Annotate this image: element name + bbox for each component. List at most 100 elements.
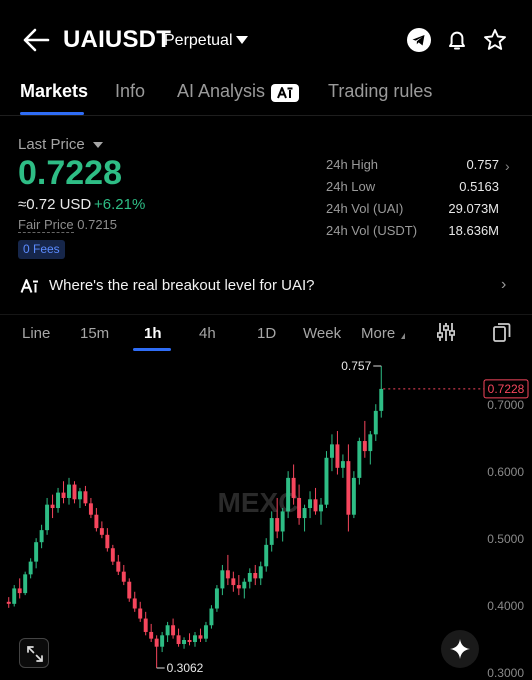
timeframe-1d[interactable]: 1D [257, 325, 276, 342]
sparkle-icon [450, 639, 470, 659]
candle-body [171, 625, 176, 636]
ai-assistant-button[interactable] [441, 630, 479, 668]
tab-info[interactable]: Info [115, 81, 145, 102]
y-axis-tick-label: 0.5000 [487, 532, 524, 546]
bell-icon[interactable] [444, 27, 470, 53]
candle-body [77, 491, 82, 500]
pair-symbol[interactable]: UAIUSDT [63, 26, 171, 54]
candle-body [308, 499, 313, 509]
candle-body [138, 608, 143, 619]
candle-body [193, 635, 197, 643]
candle-body [72, 484, 77, 500]
candle-body [286, 477, 291, 512]
candle-body [302, 508, 307, 519]
candle-body [187, 639, 192, 643]
timeframe-1h[interactable]: 1h [144, 325, 162, 342]
contract-type[interactable]: Perpetual [164, 32, 233, 50]
candle-body [182, 639, 187, 645]
candle-body [242, 581, 247, 589]
candle-body [280, 511, 285, 532]
candle-body [132, 598, 137, 609]
tab-ai-analysis[interactable]: AI Analysis [177, 81, 265, 102]
candle-body [6, 601, 11, 604]
candle-body [23, 574, 28, 594]
candle-body [67, 484, 71, 498]
candle-body [297, 497, 302, 519]
candle-body [329, 444, 334, 458]
candle-body [154, 638, 159, 647]
stat-value-24h-high: 0.757 [466, 157, 499, 172]
price-chart[interactable]: MEXC 0.7000 0.6000 0.5000 0.4000 0.3000 0.75… [0, 350, 532, 680]
star-icon[interactable] [482, 27, 508, 53]
candle-body [247, 573, 252, 582]
candle-body [319, 504, 323, 512]
y-axis-tick-label: 0.7000 [487, 398, 524, 412]
candle-body [121, 571, 126, 582]
timeframe-4h[interactable]: 4h [199, 325, 216, 342]
candle-body [83, 491, 88, 504]
stat-label-24h-low: 24h Low [326, 179, 376, 194]
low-marker-label: 0.3062 [167, 661, 204, 675]
stat-label-24h-vol-usdt: 24h Vol (USDT) [326, 223, 418, 238]
candle-body [203, 625, 208, 639]
candle-body [143, 618, 148, 632]
timeframe-15m[interactable]: 15m [80, 325, 109, 342]
last-price-dropdown-icon[interactable] [93, 142, 103, 148]
indicator-settings-icon[interactable] [435, 321, 457, 343]
copy-icon[interactable] [491, 321, 513, 343]
stat-label-24h-high: 24h High [326, 157, 379, 172]
active-tab-indicator [20, 112, 84, 115]
candle-body [253, 573, 258, 579]
candle-body [351, 477, 356, 515]
stat-value-24h-low: 0.5163 [459, 179, 499, 194]
y-axis-tick-label: 0.3000 [487, 666, 524, 680]
candle-body [105, 534, 110, 549]
chevron-down-icon[interactable] [236, 36, 248, 44]
candle-body [225, 570, 230, 579]
candle-body [116, 561, 121, 572]
candle-body [269, 518, 274, 545]
candle-body [236, 585, 241, 589]
candle-body [346, 461, 351, 515]
candle-body [17, 588, 22, 594]
candle-body [220, 570, 225, 589]
timeframe-line[interactable]: Line [22, 325, 50, 342]
expand-chart-button[interactable] [19, 638, 49, 668]
candle-body [357, 441, 362, 478]
back-arrow-icon[interactable] [20, 26, 52, 54]
price-change: +6.21% [94, 196, 146, 213]
candle-body [99, 528, 104, 535]
candle-body [12, 588, 17, 604]
candle-body [368, 434, 373, 452]
timeframe-more[interactable]: More [361, 325, 395, 342]
telegram-icon[interactable] [406, 27, 432, 53]
fair-price-label[interactable]: Fair Price [18, 217, 74, 233]
expand-icon [27, 646, 43, 662]
candle-body [94, 514, 99, 529]
header-bar: UAIUSDT Perpetual [0, 0, 532, 80]
candle-body [50, 504, 55, 509]
tab-markets[interactable]: Markets [20, 81, 88, 102]
candle-body [264, 544, 269, 567]
candle-body [362, 441, 367, 452]
y-axis-tick-label: 0.4000 [487, 599, 524, 613]
ai-question-row[interactable]: Where's the real breakout level for UAI?… [0, 268, 532, 304]
stat-label-24h-vol-uai: 24h Vol (UAI) [326, 201, 404, 216]
stat-value-24h-vol-uai: 29.073M [448, 201, 499, 216]
candle-body [340, 461, 345, 468]
candle-body [45, 504, 50, 531]
candle-body [198, 635, 203, 639]
stat-value-24h-vol-usdt: 18.636M [448, 223, 499, 238]
high-marker-label: 0.757 [341, 359, 371, 373]
chevron-right-icon[interactable]: › [505, 158, 510, 174]
fees-badge[interactable]: 0 Fees [18, 240, 65, 259]
ai-question-text: Where's the real breakout level for UAI? [49, 277, 315, 294]
candle-body [88, 503, 93, 515]
last-price-label[interactable]: Last Price [18, 136, 85, 153]
tab-trading-rules[interactable]: Trading rules [328, 81, 432, 102]
chevron-right-icon[interactable]: › [501, 276, 506, 294]
timeframe-week[interactable]: Week [303, 325, 341, 342]
candle-body [61, 492, 66, 498]
candle-body [209, 608, 214, 626]
candle-body [335, 444, 340, 468]
